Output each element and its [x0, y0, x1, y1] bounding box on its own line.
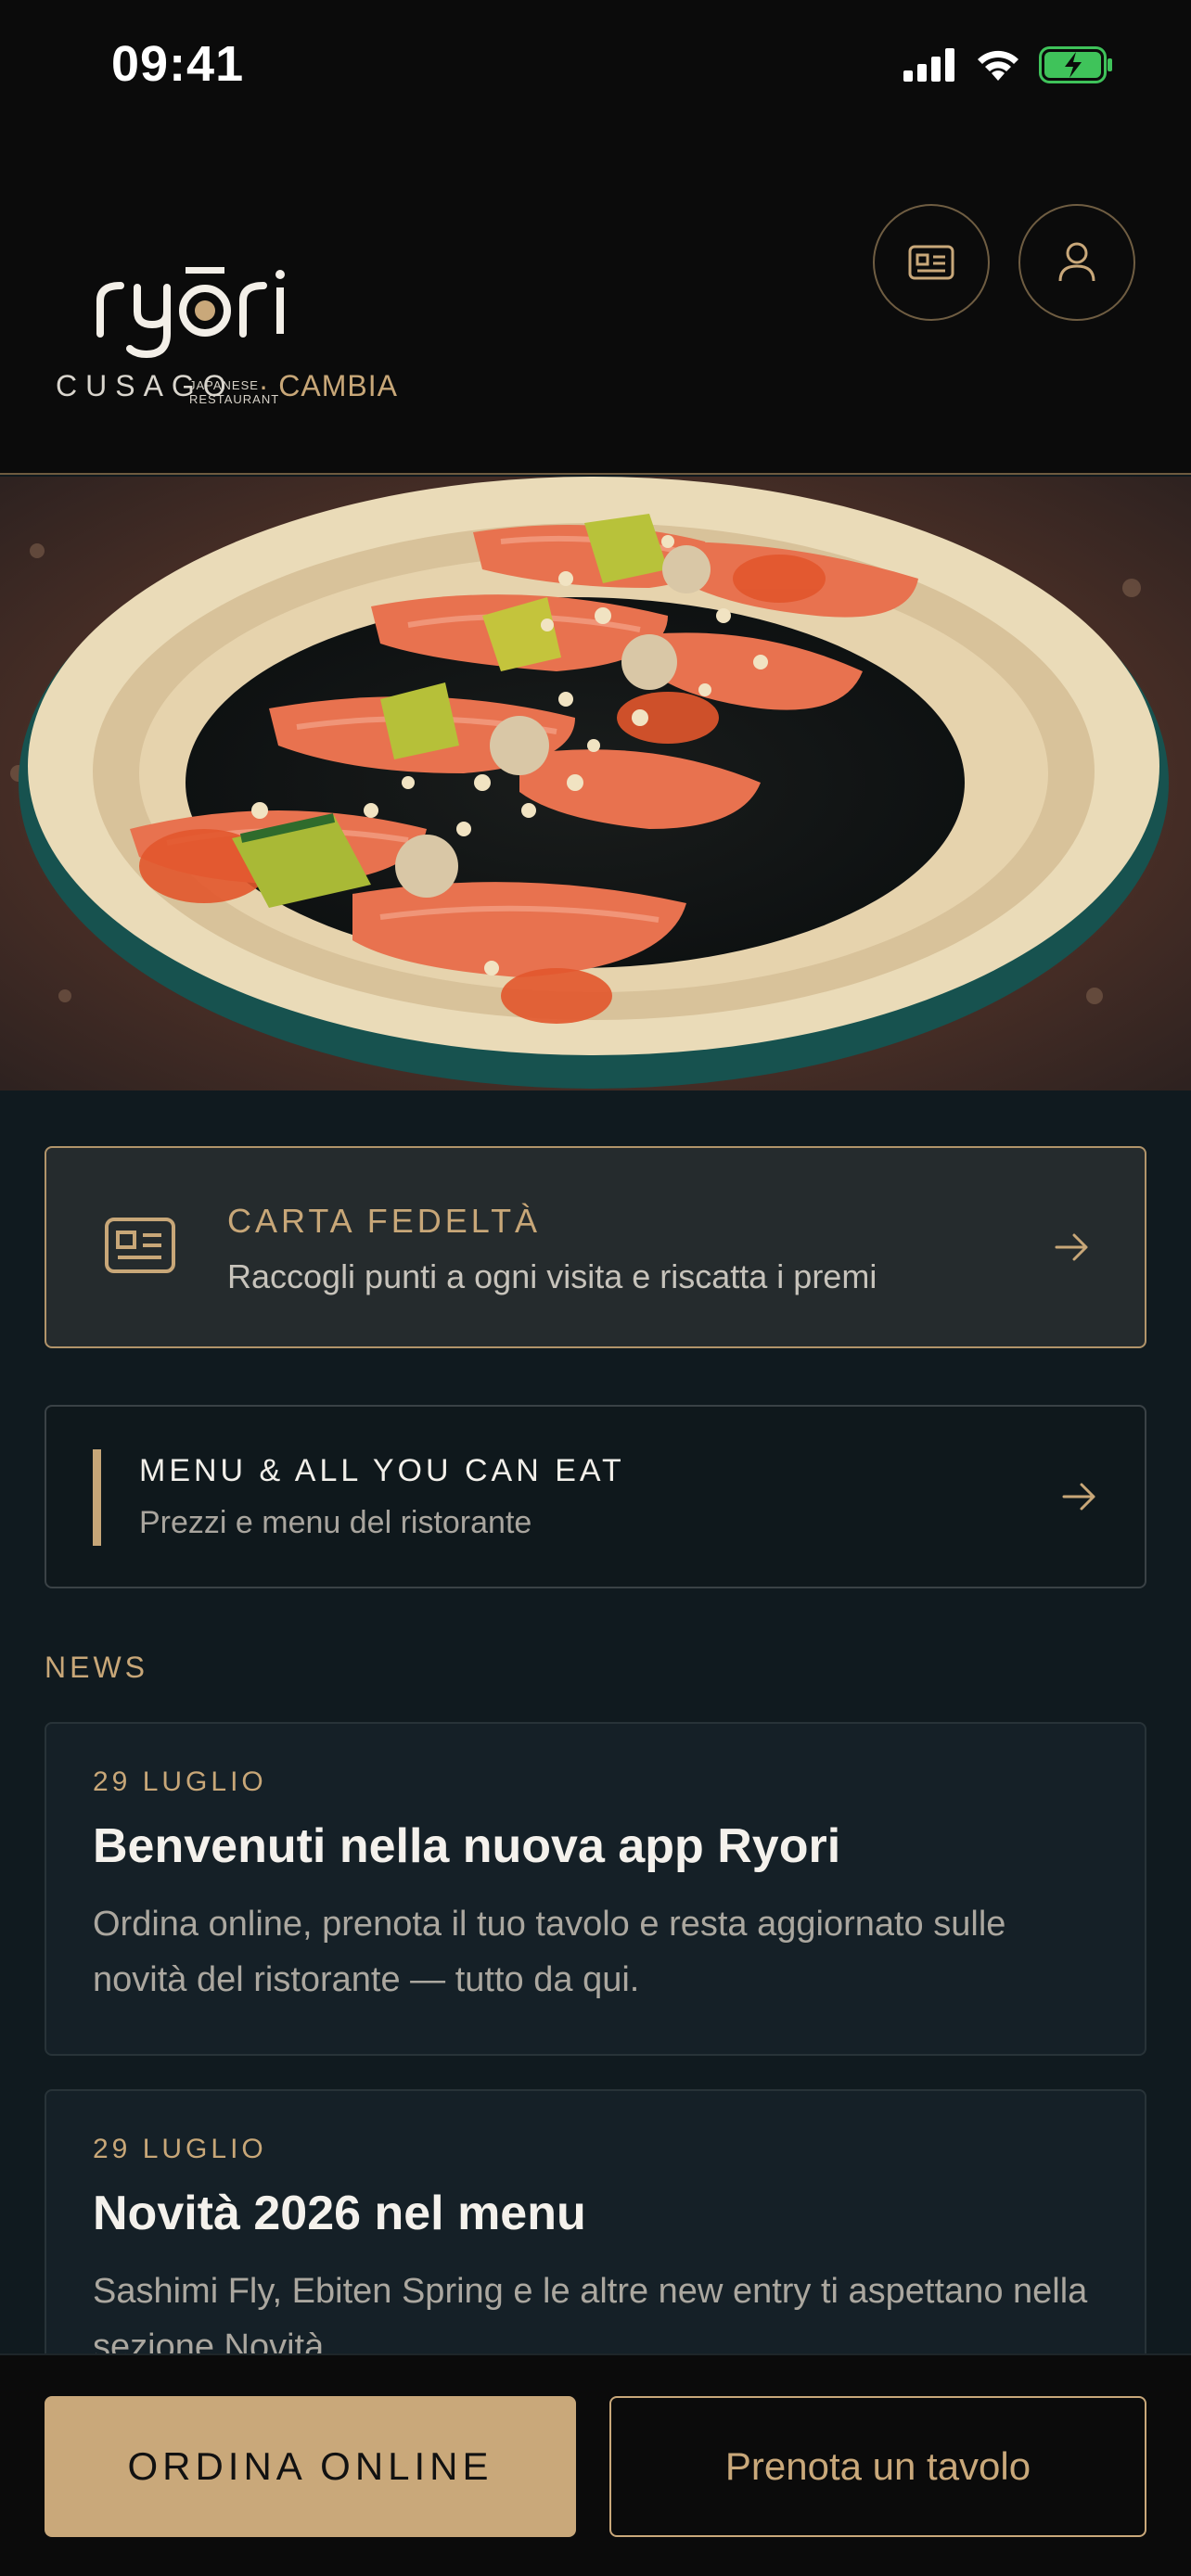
news-body: Ordina online, prenota il tuo tavolo e r… [93, 1905, 1006, 1999]
battery-charging-icon [1039, 46, 1112, 83]
loyalty-card-button[interactable] [873, 204, 990, 321]
ryori-logo-mark [96, 267, 285, 359]
arrow-right-icon [1062, 1483, 1095, 1511]
news-title: Benvenuti nella nuova app Ryori [93, 1819, 841, 1873]
arrow-right-icon [1055, 1233, 1088, 1261]
news-date: 29 LUGLIO [93, 2134, 267, 2164]
news-title: Novità 2026 nel menu [93, 2187, 586, 2240]
news-date: 29 LUGLIO [93, 1766, 267, 1797]
hero-image [0, 477, 1191, 1090]
dish-illustration [0, 477, 1191, 1090]
status-icons [903, 46, 1115, 83]
cellular-signal-icon [903, 48, 954, 82]
news-item[interactable]: 29 LUGLIO Benvenuti nella nuova app Ryor… [45, 1722, 1146, 2056]
order-online-button[interactable]: ORDINA ONLINE [45, 2396, 576, 2537]
status-bar: 09:41 [0, 0, 1191, 130]
book-table-button[interactable]: Prenota un tavolo [609, 2396, 1146, 2537]
wifi-icon [978, 50, 1018, 81]
location-name: CUSAGO [56, 369, 235, 402]
profile-button[interactable] [1018, 204, 1135, 321]
menu-card[interactable]: MENU & ALL YOU CAN EAT Prezzi e menu del… [45, 1405, 1146, 1588]
menu-title: MENU & ALL YOU CAN EAT [139, 1453, 625, 1488]
app-header: JAPANESE RESTAURANT CUSAGO · CAMBIA [0, 130, 1191, 475]
loyalty-card-icon [908, 245, 954, 280]
news-section-label: NEWS [45, 1651, 148, 1684]
change-location-link[interactable]: · CAMBIA [259, 369, 398, 403]
bottom-action-bar: ORDINA ONLINE Prenota un tavolo [0, 2353, 1191, 2576]
loyalty-card-icon [105, 1218, 175, 1273]
location-selector: CUSAGO · CAMBIA [56, 369, 398, 403]
status-time: 09:41 [111, 36, 245, 92]
user-icon [1058, 242, 1095, 282]
ryori-logo: JAPANESE RESTAURANT [93, 215, 343, 406]
loyalty-card-banner[interactable]: CARTA FEDELTÀ Raccogli punti a ogni visi… [45, 1146, 1146, 1348]
loyalty-subtitle: Raccogli punti a ogni visita e riscatta … [227, 1257, 877, 1295]
menu-subtitle: Prezzi e menu del ristorante [139, 1505, 532, 1540]
menu-accent-bar [93, 1449, 101, 1546]
loyalty-title: CARTA FEDELTÀ [227, 1202, 542, 1240]
